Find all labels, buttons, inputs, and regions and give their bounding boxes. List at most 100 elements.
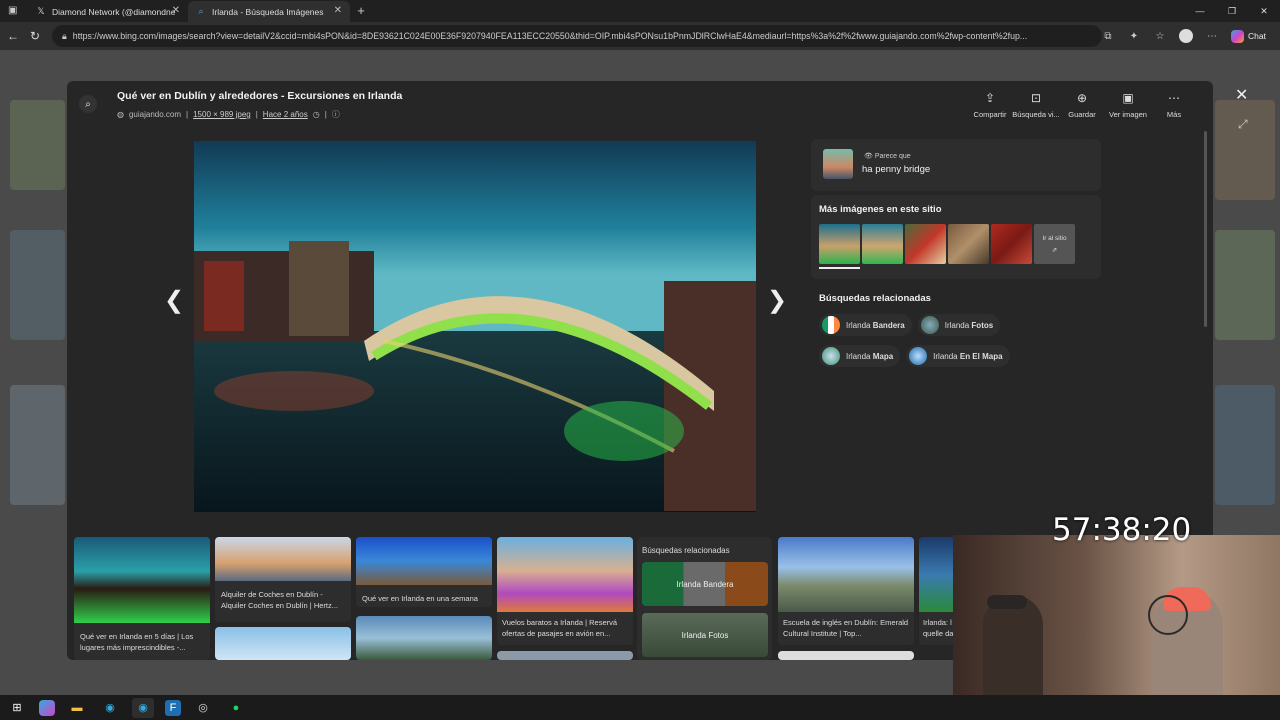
extension-icon[interactable]: ✦ — [1122, 26, 1146, 46]
copilot-icon[interactable] — [39, 699, 55, 716]
action-label: Guardar — [1068, 110, 1096, 119]
looks-like-thumbnail — [823, 149, 853, 179]
background-tile — [1215, 230, 1275, 340]
visual-search-icon: ⊡ — [1030, 91, 1042, 105]
url-text: https://www.bing.com/images/search?view=… — [72, 31, 1028, 41]
related-chip-bandera[interactable]: Irlanda Bandera — [819, 314, 912, 336]
webcam-overlay — [953, 535, 1280, 695]
close-modal-icon[interactable]: ✕ — [1235, 85, 1248, 105]
tab-title: Diamond Network (@diamondne — [52, 6, 176, 17]
visual-search-button[interactable]: ⊡ Búsqueda vi... — [1012, 91, 1060, 119]
dimensions-link[interactable]: 1500 × 989 jpeg — [193, 110, 251, 119]
background-tile — [10, 230, 65, 340]
looks-like-card[interactable]: 👁︎ Parece que ha penny bridge — [811, 139, 1101, 191]
related-chip-fotos[interactable]: Irlanda Fotos — [917, 314, 1001, 336]
site-image-thumb[interactable] — [905, 224, 946, 264]
result-card[interactable]: Qué ver en Irlanda en una semana — [356, 537, 492, 607]
selected-indicator — [819, 267, 860, 269]
site-image-thumb[interactable] — [948, 224, 989, 264]
close-tab-icon[interactable]: ✕ — [172, 5, 180, 16]
image-meta: ◍ guiajando.com | 1500 × 989 jpeg | Hace… — [117, 109, 340, 120]
result-caption: Escuela de inglés en Dublín: Emerald Cul… — [783, 618, 909, 638]
copilot-icon — [1231, 29, 1245, 43]
more-images-card: Más imágenes en este sitio Ir al sitio ⇗ — [811, 195, 1101, 279]
lock-icon: 🔒︎ — [62, 30, 67, 41]
stream-timer: 57:38:20 — [1052, 512, 1192, 548]
start-icon[interactable]: ⊞ — [6, 698, 28, 718]
extensions-icon[interactable]: ⧉ — [1096, 26, 1120, 46]
result-card[interactable]: Qué ver en Irlanda en 5 días | Los lugar… — [74, 537, 210, 660]
window-controls: — ❐ ✕ — [1184, 0, 1280, 22]
close-tab-icon[interactable]: ✕ — [334, 5, 342, 16]
modal-actions: ⇪ Compartir ⊡ Búsqueda vi... ⊕ Guardar ▣ Ver… — [971, 91, 1193, 119]
more-icon[interactable]: ⋯ — [1200, 26, 1224, 46]
more-button[interactable]: ⋯ Más — [1155, 91, 1193, 119]
file-explorer-icon[interactable]: ▬ — [66, 698, 88, 718]
result-card[interactable] — [356, 616, 492, 660]
site-image-thumb[interactable] — [819, 224, 860, 264]
maximize-icon[interactable]: ❐ — [1216, 0, 1248, 22]
info-icon[interactable]: ⓘ — [332, 109, 340, 120]
result-image — [215, 537, 351, 581]
tab-irlanda[interactable]: ⌕ Irlanda - Búsqueda Imágenes ✕ — [188, 1, 350, 22]
side-scrollbar[interactable] — [1204, 131, 1207, 327]
recorder-icon[interactable]: ◎ — [192, 698, 214, 718]
refresh-icon[interactable]: ↻ — [24, 29, 46, 43]
result-image — [497, 651, 633, 660]
app-icon[interactable]: F — [165, 699, 181, 716]
result-card[interactable] — [497, 651, 633, 660]
related-chips: Irlanda Bandera Irlanda Fotos Irlanda Ma… — [819, 314, 1029, 367]
result-caption: Alquiler de Coches en Dublín - Alquiler … — [221, 590, 339, 610]
result-card[interactable]: Vuelos baratos a Irlanda | Reservá ofert… — [497, 537, 633, 645]
result-card[interactable] — [778, 651, 914, 660]
go-to-site-label: Ir al sitio — [1042, 234, 1067, 242]
new-tab-button[interactable]: + — [350, 1, 372, 22]
looks-like-label: 👁︎ Parece que — [864, 152, 911, 160]
minimize-icon[interactable]: — — [1184, 0, 1216, 22]
previous-arrow-icon[interactable]: ❮ — [164, 286, 184, 315]
tab-diamond-network[interactable]: 𝕏 Diamond Network (@diamondne ✕ — [28, 1, 188, 22]
related-chip-mapa[interactable]: Irlanda Mapa — [819, 345, 901, 367]
result-card[interactable] — [215, 627, 351, 660]
related-fotos-button[interactable]: Irlanda Fotos — [642, 613, 768, 657]
favorites-icon[interactable]: ☆ — [1148, 26, 1172, 46]
result-image — [356, 616, 492, 660]
edge-icon[interactable]: ◉ — [99, 698, 121, 718]
share-button[interactable]: ⇪ Compartir — [971, 91, 1009, 119]
age-link[interactable]: Hace 2 años — [263, 110, 308, 119]
related-chip-en-el-mapa[interactable]: Irlanda En El Mapa — [906, 345, 1010, 367]
related-box-title: Búsquedas relacionadas — [642, 546, 730, 555]
next-arrow-icon[interactable]: ❯ — [767, 286, 787, 315]
related-bandera-button[interactable]: Irlanda Bandera — [642, 562, 768, 606]
url-field[interactable]: 🔒︎ https://www.bing.com/images/search?vi… — [52, 25, 1102, 47]
site-image-thumb[interactable] — [991, 224, 1032, 264]
back-icon[interactable]: ← — [2, 29, 24, 43]
x-logo-icon: 𝕏 — [37, 6, 45, 16]
go-to-site-button[interactable]: Ir al sitio ⇗ — [1034, 224, 1075, 264]
external-link-icon: ⇗ — [1051, 246, 1058, 254]
site-image-thumb[interactable] — [862, 224, 903, 264]
related-searches-title: Búsquedas relacionadas — [819, 293, 931, 304]
chip-bold: Mapa — [872, 351, 894, 361]
result-image — [778, 537, 914, 612]
edge-active-icon[interactable]: ◉ — [132, 697, 154, 718]
action-label: Búsqueda vi... — [1012, 110, 1060, 119]
close-window-icon[interactable]: ✕ — [1248, 0, 1280, 22]
expand-icon[interactable]: ⤢ — [1238, 117, 1248, 132]
eye-icon: 👁︎ — [864, 153, 873, 160]
background-tile — [10, 385, 65, 505]
view-image-button[interactable]: ▣ Ver imagen — [1105, 91, 1151, 119]
workspaces-icon[interactable]: ▣ — [8, 5, 17, 16]
image-title[interactable]: Qué ver en Dublín y alrededores - Excurs… — [117, 90, 402, 102]
profile-icon[interactable] — [1174, 26, 1198, 46]
related-searches-box: Búsquedas relacionadas Irlanda Bandera I… — [637, 537, 772, 660]
copilot-chat-button[interactable]: Chat — [1225, 26, 1272, 46]
search-icon[interactable]: ⌕ — [79, 95, 97, 113]
save-button[interactable]: ⊕ Guardar — [1063, 91, 1101, 119]
result-card[interactable]: Alquiler de Coches en Dublín - Alquiler … — [215, 537, 351, 622]
main-image[interactable] — [194, 141, 756, 512]
spotify-icon[interactable]: ● — [225, 698, 247, 718]
result-card[interactable]: Escuela de inglés en Dublín: Emerald Cul… — [778, 537, 914, 645]
chip-prefix: Irlanda — [933, 351, 958, 361]
source-link[interactable]: guiajando.com — [129, 110, 181, 119]
